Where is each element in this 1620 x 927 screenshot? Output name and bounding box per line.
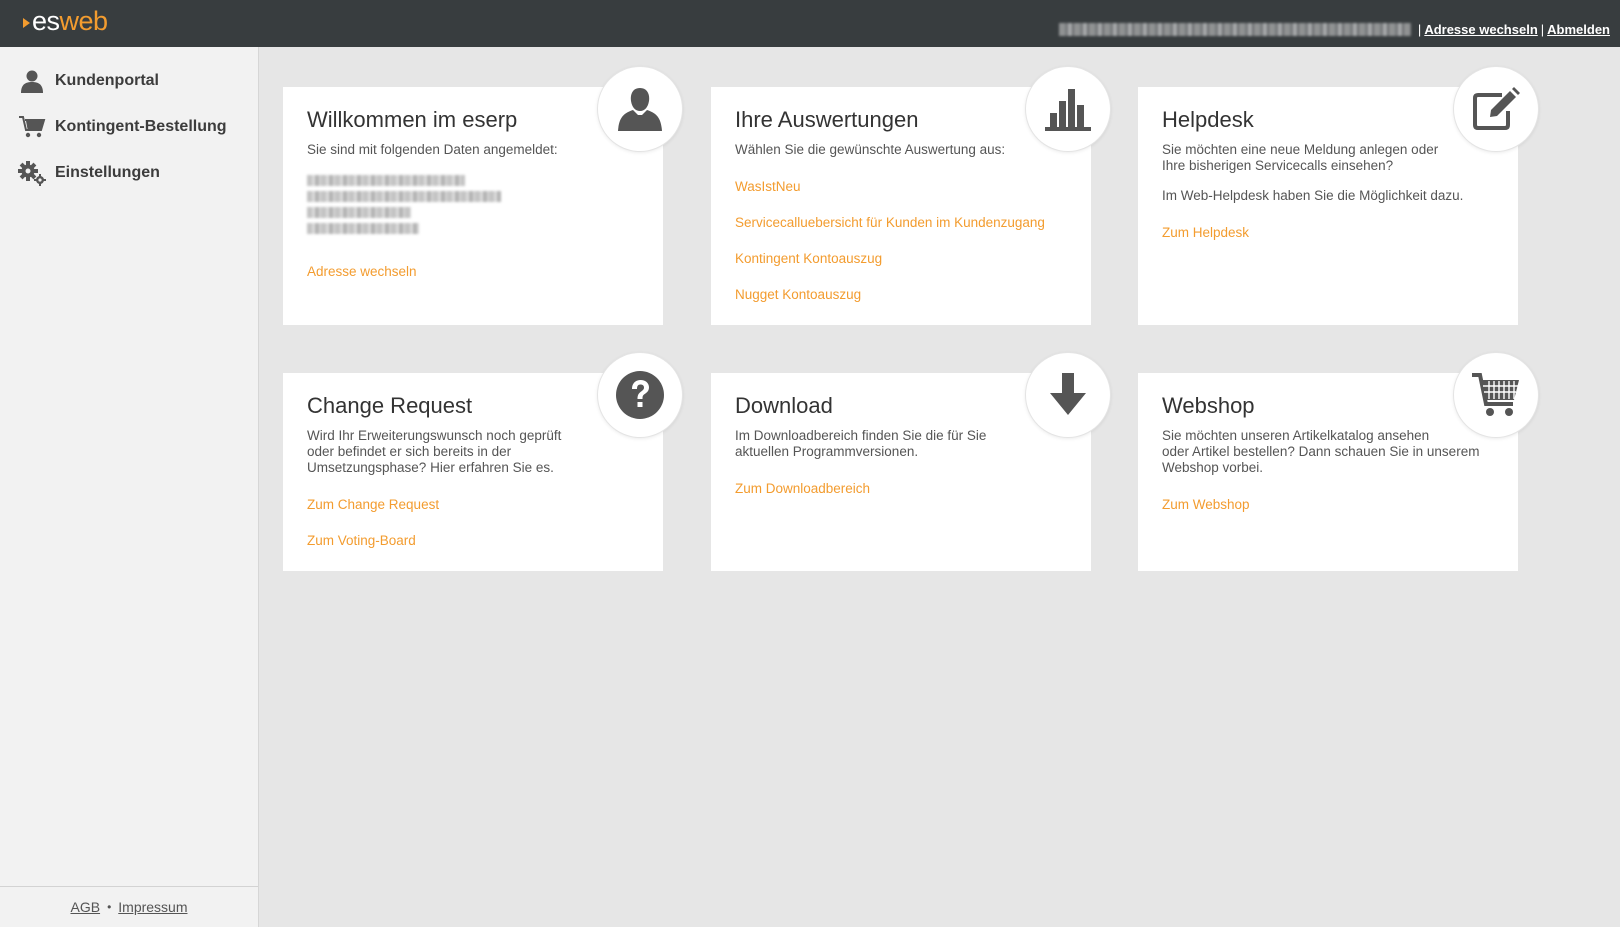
impressum-link[interactable]: Impressum <box>118 899 187 915</box>
report-link-nugget[interactable]: Nugget Kontoauszug <box>735 287 861 302</box>
redacted-user-name <box>1058 23 1411 36</box>
header-separator: | <box>1417 22 1422 37</box>
card-text: Sie möchten eine neue Meldung anlegen od… <box>1162 142 1439 157</box>
card-text: Im Web-Helpdesk haben Sie die Möglichkei… <box>1162 188 1464 203</box>
question-icon <box>616 371 664 419</box>
sidebar-item-kundenportal[interactable]: Kundenportal <box>18 68 159 94</box>
webshop-icon-circle <box>1454 353 1538 437</box>
cart-icon <box>18 114 46 140</box>
card-title: Download <box>735 393 833 418</box>
sidebar-item-einstellungen[interactable]: Einstellungen <box>18 160 160 186</box>
webshop-link[interactable]: Zum Webshop <box>1162 497 1250 512</box>
logo-web-text: web <box>59 5 109 36</box>
card-title: Willkommen im eserp <box>307 107 518 132</box>
report-link-servicecalls[interactable]: Servicecalluebersicht für Kunden im Kund… <box>735 215 1045 230</box>
card-text: Webshop vorbei. <box>1162 460 1264 475</box>
card-text: aktuellen Programmversionen. <box>735 444 919 459</box>
sidebar-footer: AGB • Impressum <box>0 886 258 927</box>
card-text: Sie möchten unseren Artikelkatalog anseh… <box>1162 428 1430 443</box>
cart-icon <box>1472 373 1519 416</box>
download-arrow-icon <box>1050 373 1086 415</box>
agb-link[interactable]: AGB <box>70 899 100 915</box>
card-text: oder befindet er sich bereits in der <box>307 444 512 459</box>
card-text: Ihre bisherigen Servicecalls einsehen? <box>1162 158 1394 173</box>
change-request-link[interactable]: Zum Change Request <box>307 497 439 512</box>
gears-icon <box>18 160 46 186</box>
sidebar-item-label: Kontingent-Bestellung <box>55 118 227 135</box>
sidebar-item-label: Einstellungen <box>55 164 160 181</box>
report-link-kontingent[interactable]: Kontingent Kontoauszug <box>735 251 882 266</box>
change-address-card-link[interactable]: Adresse wechseln <box>307 264 417 279</box>
voting-board-link[interactable]: Zum Voting-Board <box>307 533 416 548</box>
logo-arrow-icon <box>23 18 30 28</box>
helpdesk-icon-circle <box>1454 67 1538 151</box>
header-user-area: | Adresse wechseln | Abmelden <box>1058 22 1610 37</box>
change-request-icon-circle <box>598 353 682 437</box>
download-area-link[interactable]: Zum Downloadbereich <box>735 481 870 496</box>
card-text: Im Downloadbereich finden Sie die für Si… <box>735 428 987 443</box>
user-icon <box>618 88 662 131</box>
bar-chart-icon <box>1045 89 1091 131</box>
top-header: es web | Adresse wechseln | Abmelden <box>0 0 1620 47</box>
sidebar-item-label: Kundenportal <box>55 72 159 89</box>
logo-es-text: es <box>32 5 60 36</box>
redacted-account-data <box>307 175 501 239</box>
card-text: Sie sind mit folgenden Daten angemeldet: <box>307 142 558 157</box>
report-link-wasistneu[interactable]: WasIstNeu <box>735 179 801 194</box>
change-address-link[interactable]: Adresse wechseln <box>1424 22 1537 37</box>
card-text: Wählen Sie die gewünschte Auswertung aus… <box>735 142 1006 157</box>
sidebar: Kundenportal Kontingent-Bestellung Einst… <box>0 47 259 927</box>
card-text: Wird Ihr Erweiterungswunsch noch geprüft <box>307 428 562 443</box>
card-title: Ihre Auswertungen <box>735 107 919 132</box>
download-icon-circle <box>1026 353 1110 437</box>
sidebar-item-kontingent-bestellung[interactable]: Kontingent-Bestellung <box>18 114 227 140</box>
header-separator: | <box>1540 22 1545 37</box>
reports-icon-circle <box>1026 67 1110 151</box>
card-title: Helpdesk <box>1162 107 1254 132</box>
card-title: Change Request <box>307 393 473 418</box>
helpdesk-link[interactable]: Zum Helpdesk <box>1162 225 1249 240</box>
welcome-icon-circle <box>598 67 682 151</box>
footer-separator: • <box>107 900 112 914</box>
card-text: oder Artikel bestellen? Dann schauen Sie… <box>1162 444 1480 459</box>
logout-link[interactable]: Abmelden <box>1547 22 1610 37</box>
esweb-logo[interactable]: es web <box>23 6 108 36</box>
edit-icon <box>1473 87 1520 130</box>
card-title: Webshop <box>1162 393 1255 418</box>
card-text: Umsetzungsphase? Hier erfahren Sie es. <box>307 460 554 475</box>
user-icon <box>18 68 46 94</box>
